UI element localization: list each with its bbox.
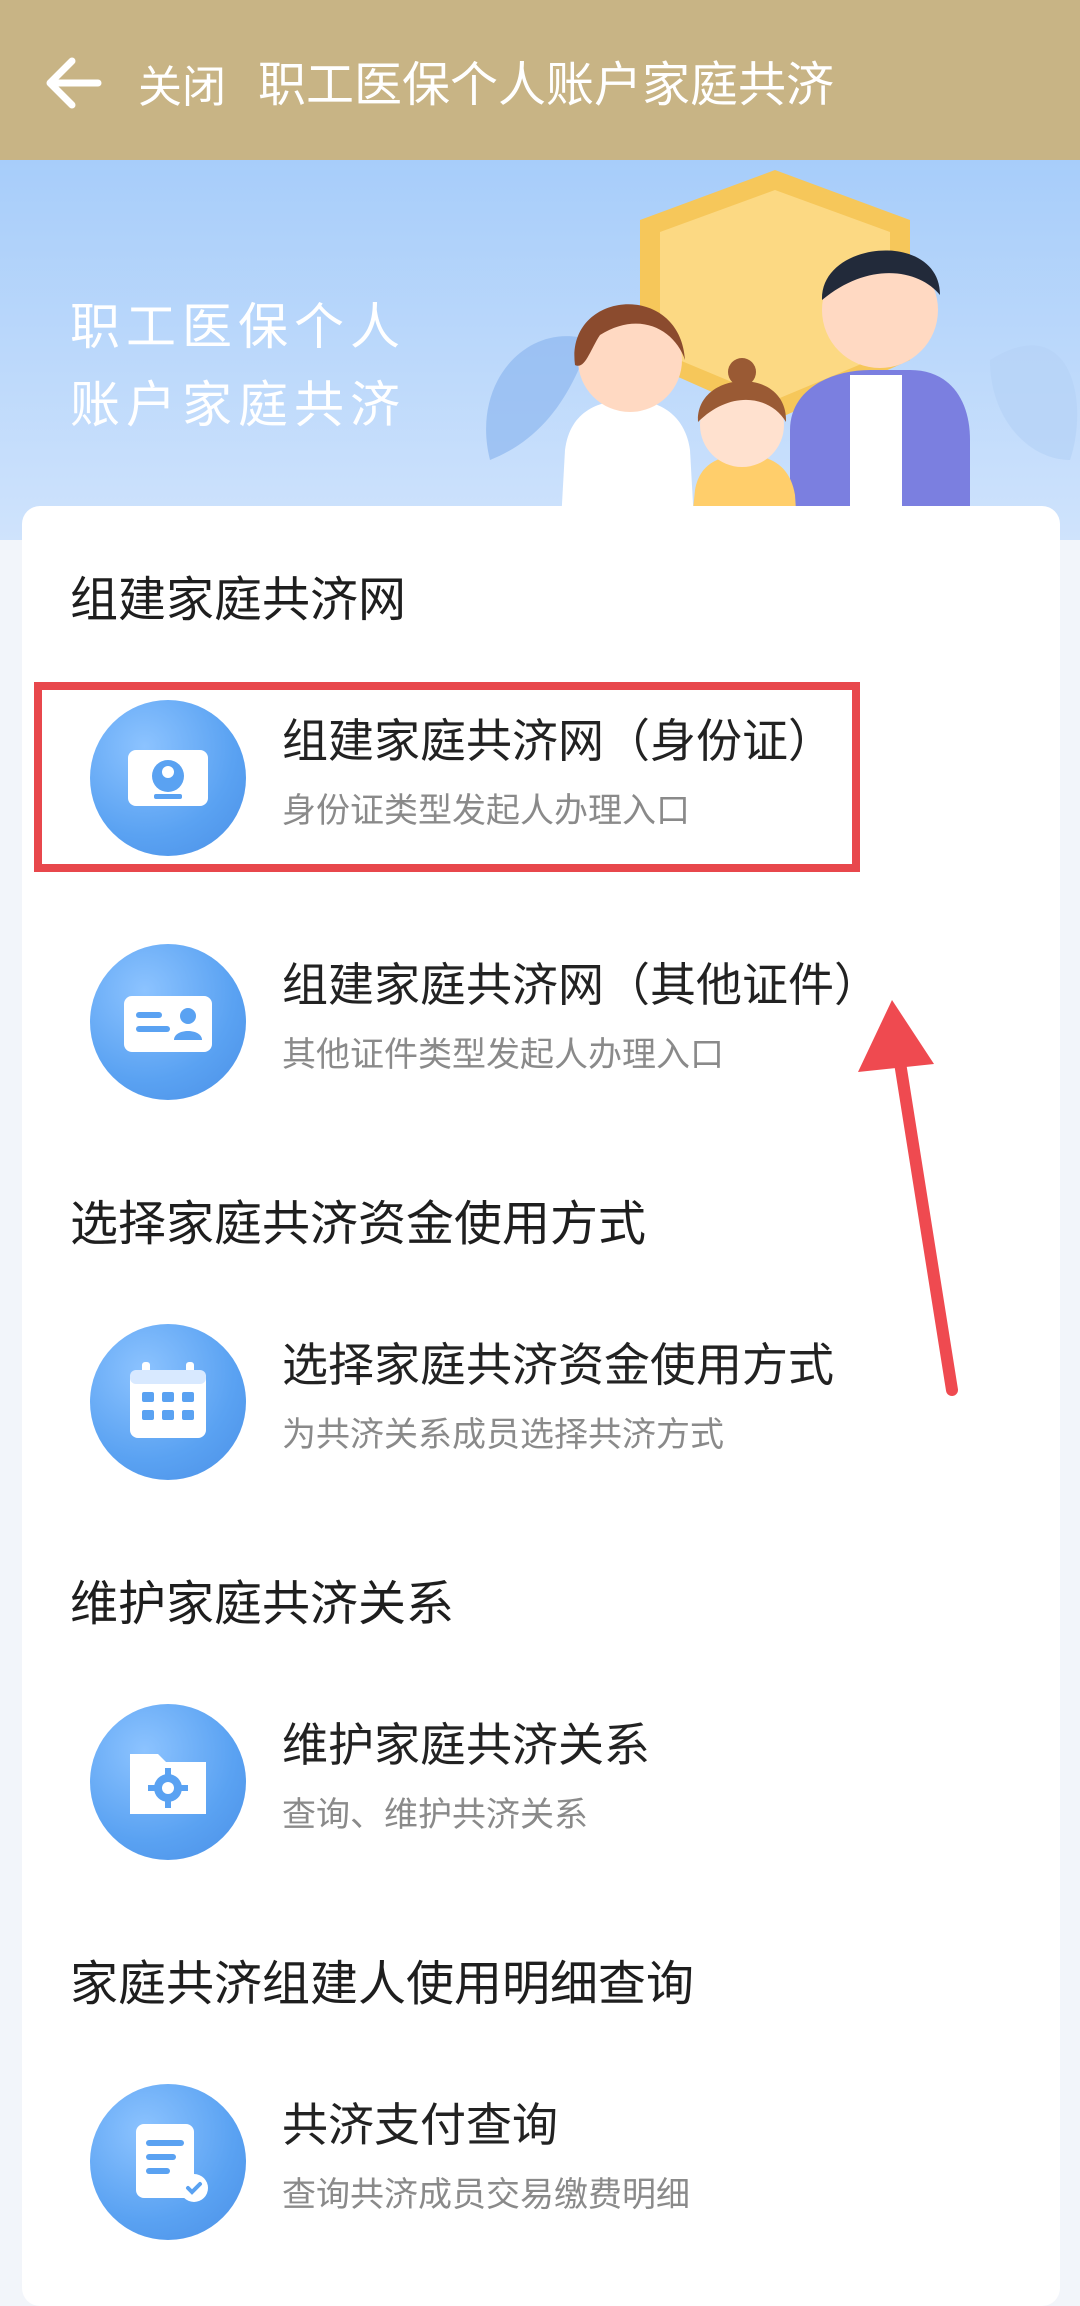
list-item-title: 组建家庭共济网（身份证） <box>282 714 834 768</box>
list-item-fund-usage[interactable]: 选择家庭共济资金使用方式 为共济关系成员选择共济方式 <box>42 1316 1022 1486</box>
list-item-subtitle: 查询共济成员交易缴费明细 <box>282 2175 690 2215</box>
service-card: 组建家庭共济网 组建家庭共济网（身份证） 身份证类型发起人办理入口 组建家庭共济… <box>22 506 1060 2306</box>
banner-title-line1: 职工医保个人 <box>70 298 406 356</box>
list-item-subtitle: 为共济关系成员选择共济方式 <box>282 1415 724 1455</box>
section-title-usage-detail: 家庭共济组建人使用明细查询 <box>70 1956 695 2012</box>
list-item-title: 维护家庭共济关系 <box>282 1718 650 1772</box>
family-illustration <box>486 170 1078 540</box>
back-arrow-icon[interactable] <box>40 48 110 118</box>
list-item-subtitle: 其他证件类型发起人办理入口 <box>282 1035 724 1075</box>
list-item-maintain-relation[interactable]: 维护家庭共济关系 查询、维护共济关系 <box>42 1696 1022 1866</box>
back-button[interactable] <box>40 48 110 118</box>
page-title: 职工医保个人账户家庭共济 <box>258 57 835 113</box>
certificate-icon <box>90 944 246 1100</box>
close-button[interactable]: 关闭 <box>138 58 226 118</box>
banner-title: 职工医保个人 账户家庭共济 <box>70 288 406 444</box>
id-card-icon <box>90 700 246 856</box>
section-title-build-network: 组建家庭共济网 <box>70 572 407 628</box>
list-item-subtitle: 查询、维护共济关系 <box>282 1795 588 1835</box>
list-item-payment-query[interactable]: 共济支付查询 查询共济成员交易缴费明细 <box>42 2076 1022 2246</box>
document-icon <box>90 2084 246 2240</box>
calendar-icon <box>90 1324 246 1480</box>
hero-banner: 职工医保个人 账户家庭共济 <box>0 160 1080 540</box>
list-item-build-network-other-cert[interactable]: 组建家庭共济网（其他证件） 其他证件类型发起人办理入口 <box>42 936 1022 1106</box>
list-item-subtitle: 身份证类型发起人办理入口 <box>282 791 690 831</box>
section-title-maintain-relation: 维护家庭共济关系 <box>70 1576 455 1632</box>
top-nav-bar: 关闭 职工医保个人账户家庭共济 <box>0 0 1080 160</box>
banner-title-line2: 账户家庭共济 <box>70 376 406 434</box>
section-title-fund-usage: 选择家庭共济资金使用方式 <box>70 1196 647 1252</box>
folder-gear-icon <box>90 1704 246 1860</box>
list-item-build-network-id-card[interactable]: 组建家庭共济网（身份证） 身份证类型发起人办理入口 <box>42 692 1022 862</box>
list-item-title: 选择家庭共济资金使用方式 <box>282 1338 834 1392</box>
list-item-title: 共济支付查询 <box>282 2098 558 2152</box>
list-item-title: 组建家庭共济网（其他证件） <box>282 958 880 1012</box>
